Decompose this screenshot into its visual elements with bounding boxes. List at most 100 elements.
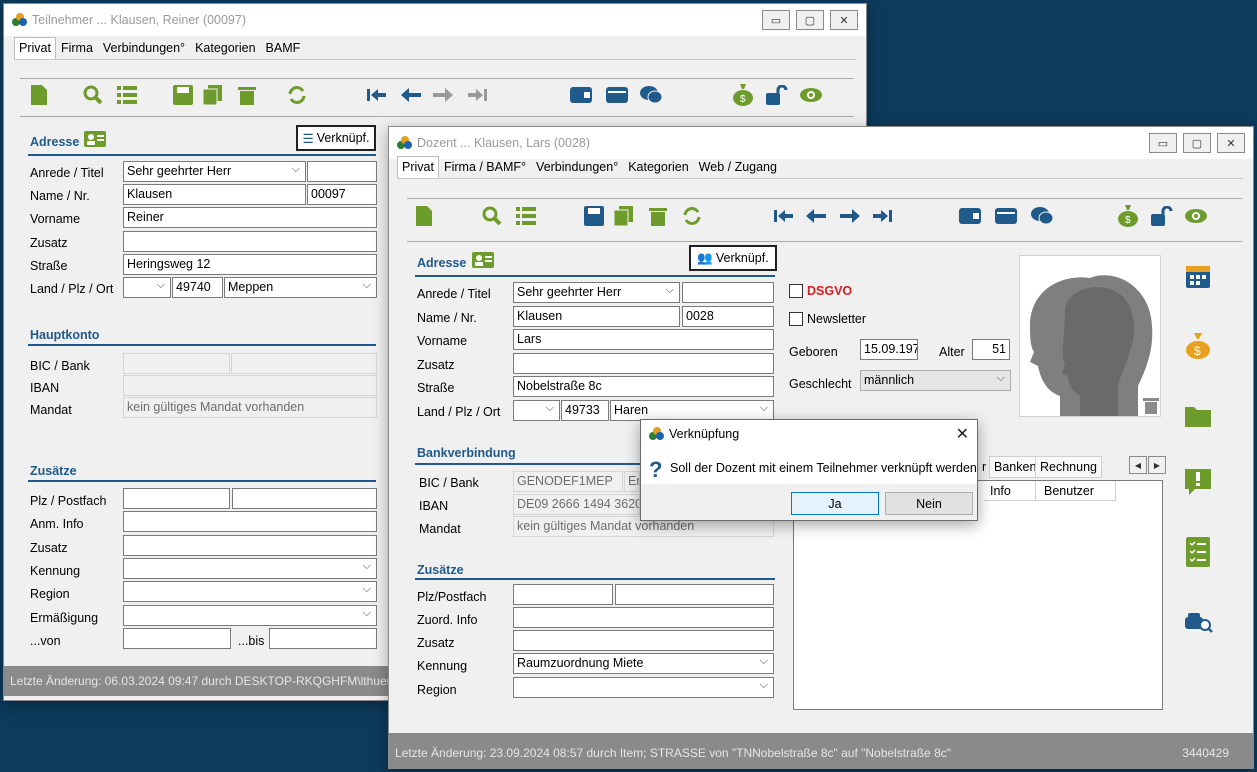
tab-rechnung[interactable]: Rechnung [1035,456,1102,478]
refresh-icon[interactable] [286,84,308,106]
chat-icon[interactable] [640,84,662,106]
von-input[interactable] [123,628,231,649]
region-select[interactable] [123,581,377,602]
tab-privat[interactable]: Privat [14,37,56,59]
calendar-icon[interactable] [1185,263,1211,289]
verknuepf-button[interactable]: ☰ Verknüpf. [296,125,376,151]
new-document-icon[interactable] [28,84,50,106]
first-record-icon[interactable] [366,84,388,106]
search-car-icon[interactable] [1185,609,1213,635]
close-button[interactable]: ✕ [830,10,858,30]
land-select[interactable] [513,400,560,421]
maximize-button[interactable]: ▢ [796,10,824,30]
dsgvo-checkbox[interactable] [789,284,803,298]
kennung-select[interactable]: Raumzuordnung Miete [513,653,774,674]
anm-info-input[interactable] [123,511,377,532]
checklist-icon[interactable] [1185,537,1211,567]
plz-input[interactable]: 49733 [561,400,609,421]
zusatz2-input[interactable] [513,630,774,651]
kennung-select[interactable] [123,558,377,579]
eye-icon[interactable] [1185,205,1207,227]
first-record-icon[interactable] [773,205,795,227]
money-bag-icon[interactable]: $ [1117,205,1139,227]
zusatz-input[interactable] [123,231,377,252]
copy-icon[interactable] [202,84,224,106]
plz-input[interactable]: 49740 [172,277,223,298]
last-record-icon[interactable] [466,84,488,106]
name-input[interactable]: Klausen [123,184,306,205]
ort-select[interactable]: Meppen [224,277,377,298]
alert-note-icon[interactable] [1185,469,1211,495]
folder-icon[interactable] [1185,403,1211,429]
tab-verbindungen[interactable]: Verbindungen° [531,156,623,178]
strasse-input[interactable]: Nobelstraße 8c [513,376,774,397]
next-record-icon[interactable] [432,84,454,106]
close-icon[interactable]: ✕ [956,424,969,444]
zuord-info-input[interactable] [513,607,774,628]
refresh-icon[interactable] [681,205,703,227]
land-select[interactable] [123,277,171,298]
postfach-input[interactable] [232,488,377,509]
zusatz2-input[interactable] [123,535,377,556]
list-icon[interactable] [515,205,537,227]
card-icon[interactable] [606,84,628,106]
close-button[interactable]: ✕ [1217,133,1245,153]
ort-select[interactable]: Haren [610,400,774,421]
profile-photo[interactable] [1019,255,1161,417]
tab-firma-bamf[interactable]: Firma / BAMF° [439,156,531,178]
tab-r[interactable]: r [979,456,989,478]
search-icon[interactable] [481,205,503,227]
tab-web-zugang[interactable]: Web / Zugang [694,156,782,178]
previous-record-icon[interactable] [805,205,827,227]
tab-verbindungen[interactable]: Verbindungen° [98,37,190,59]
copy-icon[interactable] [613,205,635,227]
chat-icon[interactable] [1031,205,1053,227]
money-bag-icon[interactable]: $ [732,84,754,106]
postfach-plz-input[interactable] [123,488,230,509]
ermaessigung-select[interactable] [123,605,377,626]
vorname-input[interactable]: Reiner [123,207,377,228]
title-bar[interactable]: Dozent ... Klausen, Lars (0028) ▭ ▢ ✕ [389,127,1253,159]
next-record-icon[interactable] [839,205,861,227]
titel-input[interactable] [307,161,377,182]
dialog-title-bar[interactable]: Verknüpfung [649,427,739,441]
postfach-input[interactable] [615,584,774,605]
trash-icon[interactable] [647,205,669,227]
anrede-select[interactable]: Sehr geehrter Herr [123,161,306,182]
tab-scroll-right[interactable]: ▶ [1148,456,1166,474]
title-bar[interactable]: Teilnehmer ... Klausen, Reiner (00097) ▭… [4,4,866,36]
tab-banken[interactable]: Banken [989,456,1042,478]
eye-icon[interactable] [800,84,822,106]
yes-button[interactable]: Ja [791,492,879,515]
save-icon[interactable] [583,205,605,227]
verknuepf-button[interactable]: 👥 Verknüpf. [689,245,777,271]
tab-kategorien[interactable]: Kategorien [190,37,260,59]
previous-record-icon[interactable] [400,84,422,106]
postfach-plz-input[interactable] [513,584,613,605]
minimize-button[interactable]: ▭ [762,10,790,30]
tab-firma[interactable]: Firma [56,37,98,59]
strasse-input[interactable]: Heringsweg 12 [123,254,377,275]
titel-input[interactable] [682,282,774,303]
new-document-icon[interactable] [413,205,435,227]
newsletter-checkbox[interactable] [789,312,803,326]
grid-header-benutzer[interactable]: Benutzer [1036,481,1116,501]
tab-kategorien[interactable]: Kategorien [623,156,693,178]
bis-input[interactable] [269,628,377,649]
region-select[interactable] [513,677,774,698]
nr-input[interactable]: 00097 [307,184,377,205]
trash-icon[interactable] [236,84,258,106]
last-record-icon[interactable] [871,205,893,227]
wallet-icon[interactable] [959,205,981,227]
minimize-button[interactable]: ▭ [1149,133,1177,153]
geboren-input[interactable]: 15.09.197 [860,339,918,360]
delete-photo-icon[interactable] [1140,394,1160,416]
search-icon[interactable] [82,84,104,106]
tab-privat[interactable]: Privat [397,156,439,178]
unlock-icon[interactable] [766,84,788,106]
vorname-input[interactable]: Lars [513,329,774,350]
money-bag-icon[interactable]: $ [1185,333,1211,359]
list-icon[interactable] [116,84,138,106]
card-icon[interactable] [995,205,1017,227]
no-button[interactable]: Nein [885,492,973,515]
